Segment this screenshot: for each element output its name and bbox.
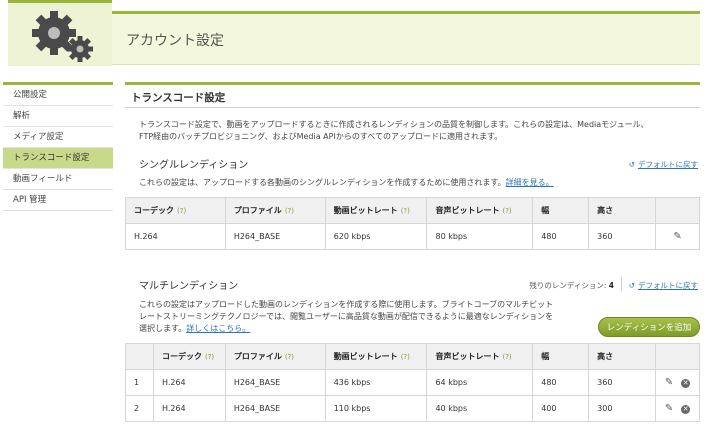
- col-actions: [655, 197, 700, 224]
- col-codec: コーデック (?): [125, 197, 226, 224]
- pencil-icon[interactable]: ✎: [665, 403, 673, 414]
- cell-height: 300: [588, 395, 657, 422]
- help-icon[interactable]: (?): [285, 207, 294, 215]
- multi-learn-more-link[interactable]: 詳しくはこちら。: [186, 324, 250, 333]
- single-reset-link[interactable]: ↺ デフォルトに戻す: [629, 159, 698, 170]
- single-reset-label: デフォルトに戻す: [638, 160, 698, 169]
- cell-video-bitrate: 110 kbps: [324, 395, 428, 422]
- multi-rendition-title: マルチレンディション: [139, 281, 239, 292]
- single-rendition-title: シングルレンディション: [139, 160, 249, 171]
- col-codec: コーデック (?): [152, 343, 226, 370]
- cell-codec: H.264: [152, 369, 226, 396]
- cell-audio-bitrate: 40 kbps: [426, 395, 534, 422]
- sidebar-item-api-management[interactable]: API 管理: [3, 190, 113, 211]
- help-icon[interactable]: (?): [205, 353, 214, 361]
- col-audio-bitrate: 音声ビットレート (?): [426, 343, 534, 370]
- multi-rendition-header: マルチレンディション 残りのレンディション: 4 ↺ デフォルトに戻す: [125, 274, 700, 294]
- sidebar-item-video-fields[interactable]: 動画フィールド: [3, 169, 113, 190]
- cell-profile: H264_BASE: [224, 223, 326, 250]
- multi-reset-label: デフォルトに戻す: [638, 281, 698, 290]
- multi-description: これらの設定はアップロードした動画のレンディションを作成する際に使用します。ブラ…: [125, 299, 575, 335]
- transcode-description: トランスコード設定で、動画をアップロードするときに作成されるレンディションの品質…: [125, 119, 700, 143]
- col-index: [125, 343, 154, 370]
- pencil-icon[interactable]: ✎: [665, 377, 673, 388]
- cell-width: 480: [532, 369, 590, 396]
- table-row: H.264 H264_BASE 620 kbps 80 kbps 480 360…: [125, 223, 700, 250]
- cell-video-bitrate: 436 kbps: [324, 369, 428, 396]
- close-circle-icon[interactable]: ✕: [681, 379, 691, 388]
- help-icon[interactable]: (?): [177, 207, 186, 215]
- add-rendition-button[interactable]: レンディションを追加: [598, 317, 700, 337]
- cell-profile: H264_BASE: [224, 395, 326, 422]
- col-audio-bitrate: 音声ビットレート (?): [426, 197, 534, 224]
- multi-reset-link[interactable]: ↺ デフォルトに戻す: [629, 280, 698, 291]
- single-desc-text: これらの設定は、アップロードする各動画のシングルレンディションを作成するために使…: [139, 178, 506, 187]
- multi-desc-line-2: レートストリーミングテクノロジーでは、閲覧ユーザーに高品質な動画が配信できるよう…: [139, 312, 554, 321]
- cell-audio-bitrate: 64 kbps: [426, 369, 534, 396]
- cell-index: 1: [125, 369, 154, 396]
- col-width: 幅: [532, 197, 590, 224]
- remaining-count: 4: [608, 281, 614, 290]
- help-icon[interactable]: (?): [502, 353, 511, 361]
- col-video-bitrate: 動画ビットレート (?): [324, 343, 428, 370]
- single-learn-more-link[interactable]: 詳細を見る。: [506, 178, 554, 187]
- remaining-renditions: 残りのレンディション: 4: [529, 280, 614, 291]
- table-row: 1 H.264 H264_BASE 436 kbps 64 kbps 480 3…: [125, 369, 700, 396]
- reset-arrow-icon: ↺: [628, 160, 635, 169]
- col-profile: プロファイル (?): [224, 197, 326, 224]
- sidebar-item-transcode-settings[interactable]: トランスコード設定: [3, 148, 113, 169]
- multi-desc-line-3: 選択します。: [139, 324, 187, 333]
- col-video-bitrate: 動画ビットレート (?): [324, 197, 428, 224]
- cell-index: 2: [125, 395, 154, 422]
- pencil-icon[interactable]: ✎: [673, 231, 681, 242]
- gears-icon: [8, 0, 112, 66]
- header-band: アカウント設定: [112, 11, 700, 65]
- help-icon[interactable]: (?): [401, 353, 410, 361]
- multi-rendition-table: コーデック (?) プロファイル (?) 動画ビットレート (?) 音声ビットレート(…: [125, 343, 700, 422]
- cell-height: 360: [588, 369, 657, 396]
- cell-video-bitrate: 620 kbps: [324, 223, 428, 250]
- cell-codec: H.264: [125, 223, 226, 250]
- cell-actions: ✎ ✕: [655, 395, 700, 422]
- divider: [621, 277, 622, 291]
- help-icon[interactable]: (?): [285, 353, 294, 361]
- sidebar: 公開設定 解析 メディア設定 トランスコード設定 動画フィールド API 管理: [3, 82, 113, 211]
- cell-height: 360: [588, 223, 657, 250]
- help-icon[interactable]: (?): [502, 207, 511, 215]
- sidebar-item-analytics[interactable]: 解析: [3, 106, 113, 127]
- cell-actions: ✎ ✕: [655, 369, 700, 396]
- section-title: トランスコード設定: [131, 92, 226, 104]
- cell-audio-bitrate: 80 kbps: [426, 223, 534, 250]
- cell-profile: H264_BASE: [224, 369, 326, 396]
- reset-arrow-icon: ↺: [628, 281, 635, 290]
- transcode-desc-line-2: FTP経由のバッチプロビジョニング、およびMedia APIからのすべてのアップ…: [139, 132, 503, 141]
- col-height: 高さ: [588, 197, 657, 224]
- help-icon[interactable]: (?): [401, 207, 410, 215]
- close-circle-icon[interactable]: ✕: [681, 405, 691, 414]
- table-row: 2 H.264 H264_BASE 110 kbps 40 kbps 400 3…: [125, 395, 700, 422]
- page-header: アカウント設定: [0, 0, 706, 66]
- sidebar-item-media-settings[interactable]: メディア設定: [3, 127, 113, 148]
- sidebar-item-publishing[interactable]: 公開設定: [3, 85, 113, 106]
- table-header-row: コーデック (?) プロファイル (?) 動画ビットレート (?) 音声ビットレート(…: [125, 197, 700, 224]
- col-actions: [655, 343, 700, 370]
- col-width: 幅: [532, 343, 590, 370]
- cell-width: 480: [532, 223, 590, 250]
- single-rendition-table: コーデック (?) プロファイル (?) 動画ビットレート (?) 音声ビットレート(…: [125, 197, 700, 250]
- transcode-desc-line-1: トランスコード設定で、動画をアップロードするときに作成されるレンディションの品質…: [139, 120, 649, 129]
- col-profile: プロファイル (?): [224, 343, 326, 370]
- cell-codec: H.264: [152, 395, 226, 422]
- cell-actions: ✎: [655, 223, 700, 250]
- page-title: アカウント設定: [126, 33, 224, 49]
- gears-svg: [32, 11, 93, 62]
- main-content: トランスコード設定 トランスコード設定で、動画をアップロードするときに作成される…: [125, 82, 700, 422]
- multi-desc-line-1: これらの設定はアップロードした動画のレンディションを作成する際に使用します。ブラ…: [139, 300, 554, 309]
- remaining-label: 残りのレンディション:: [529, 281, 607, 290]
- single-rendition-header: シングルレンディション ↺ デフォルトに戻す: [125, 153, 700, 173]
- single-description: これらの設定は、アップロードする各動画のシングルレンディションを作成するために使…: [125, 177, 700, 189]
- cell-width: 400: [532, 395, 590, 422]
- col-height: 高さ: [588, 343, 657, 370]
- table-header-row: コーデック (?) プロファイル (?) 動画ビットレート (?) 音声ビットレート(…: [125, 343, 700, 370]
